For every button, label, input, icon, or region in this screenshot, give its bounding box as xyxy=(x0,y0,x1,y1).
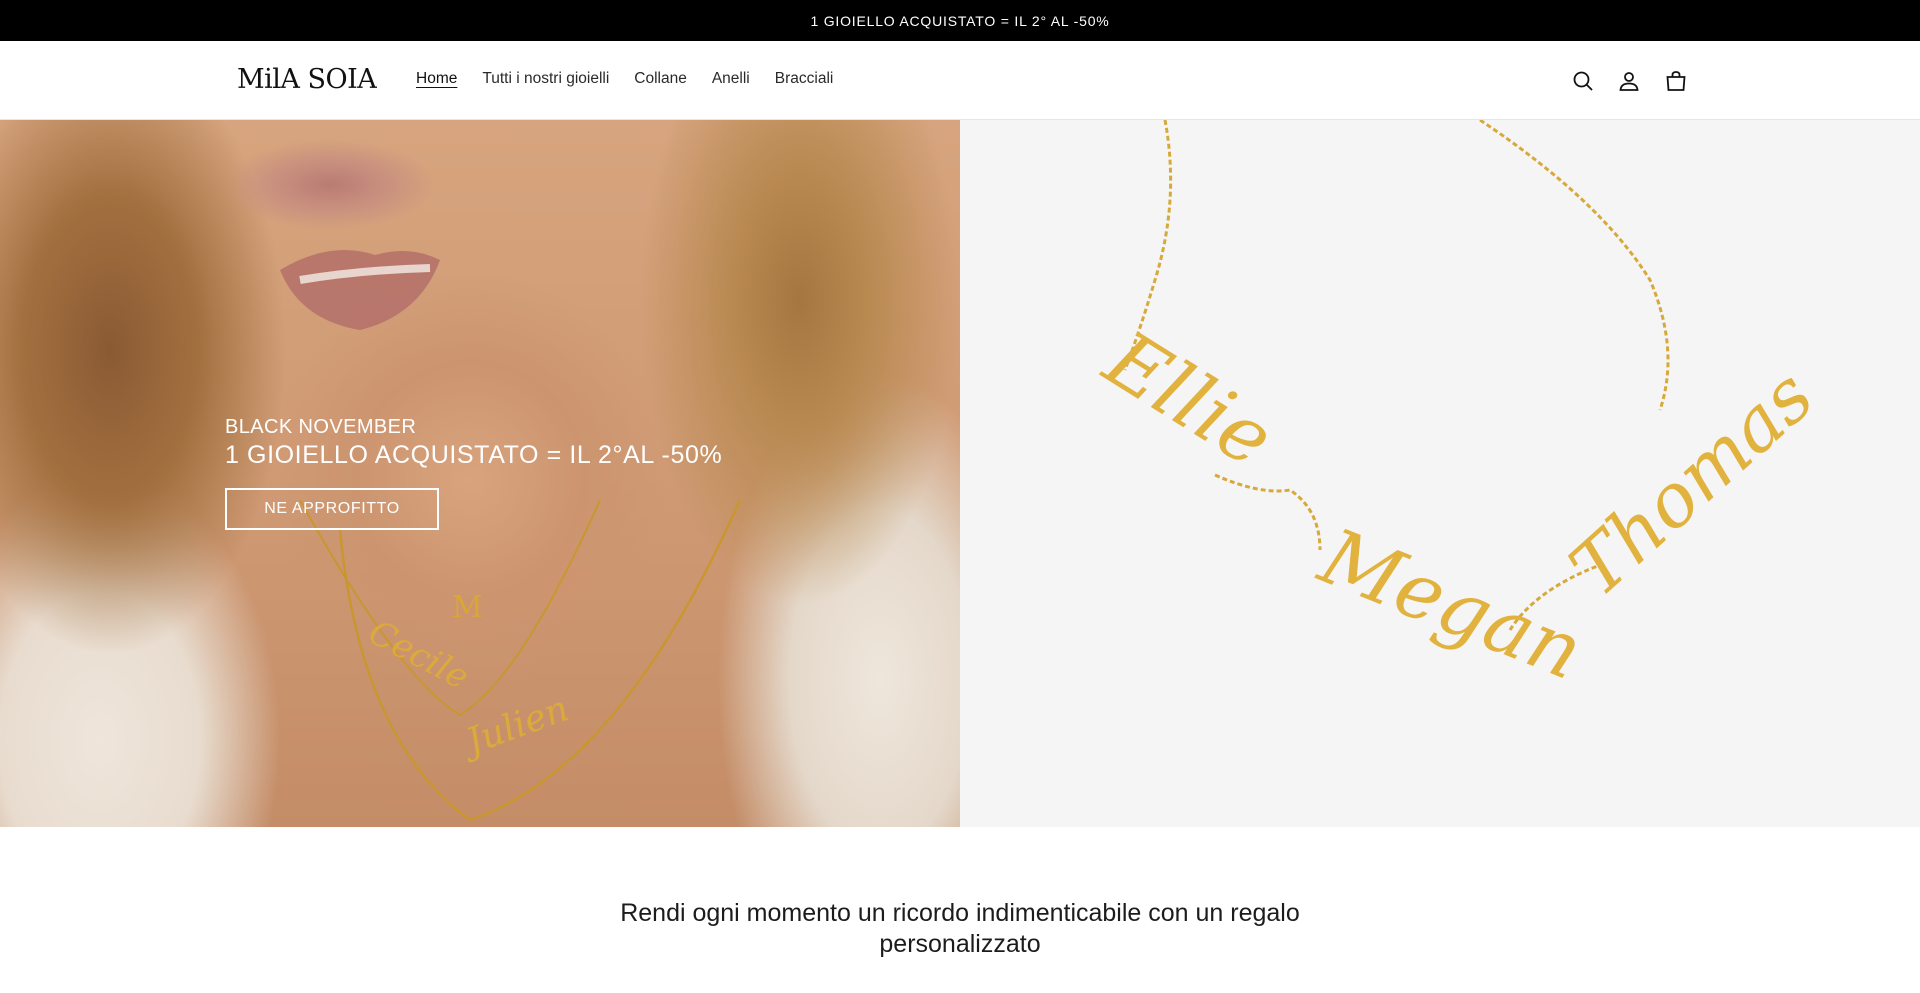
account-icon xyxy=(1619,72,1639,91)
announcement-bar: 1 GIOIELLO ACQUISTATO = IL 2° AL -50% xyxy=(0,0,1920,41)
site-header: MilA SOIA Home Tutti i nostri gioielli C… xyxy=(0,41,1920,120)
nav-item-all-jewels[interactable]: Tutti i nostri gioielli xyxy=(482,69,609,89)
hero-banner: M Cecile Julien BLACK NOVEMBER 1 GIOIELL… xyxy=(0,120,1920,827)
hero-content: BLACK NOVEMBER 1 GIOIELLO ACQUISTATO = I… xyxy=(225,414,722,530)
nav-item-rings[interactable]: Anelli xyxy=(712,69,750,89)
hero-eyebrow: BLACK NOVEMBER xyxy=(225,416,417,438)
hero-image-model: M Cecile Julien BLACK NOVEMBER 1 GIOIELL… xyxy=(0,120,960,827)
account-button[interactable] xyxy=(1614,66,1644,96)
search-button[interactable] xyxy=(1568,66,1598,96)
hero-image-necklace: Ellie Megan Thomas xyxy=(960,120,1920,827)
search-icon xyxy=(1573,71,1593,91)
name-necklace-illustration xyxy=(1123,120,1670,631)
pendant-letter: M xyxy=(452,590,483,625)
site-logo[interactable]: MilA SOIA xyxy=(237,63,377,97)
cart-button[interactable] xyxy=(1661,66,1691,96)
announcement-text: 1 GIOIELLO ACQUISTATO = IL 2° AL -50% xyxy=(810,12,1110,29)
intro-heading: Rendi ogni momento un ricordo indimentic… xyxy=(620,899,1300,958)
nav-item-home[interactable]: Home xyxy=(416,69,457,89)
nav-item-necklaces[interactable]: Collane xyxy=(634,69,687,89)
cart-icon xyxy=(1666,71,1686,91)
nav-item-bracelets[interactable]: Bracciali xyxy=(775,69,834,89)
hero-cta-button[interactable]: NE APPROFITTO xyxy=(225,488,439,530)
main-nav: Home Tutti i nostri gioielli Collane Ane… xyxy=(416,69,858,89)
hero-heading: 1 GIOIELLO ACQUISTATO = IL 2°AL -50% xyxy=(225,441,723,469)
